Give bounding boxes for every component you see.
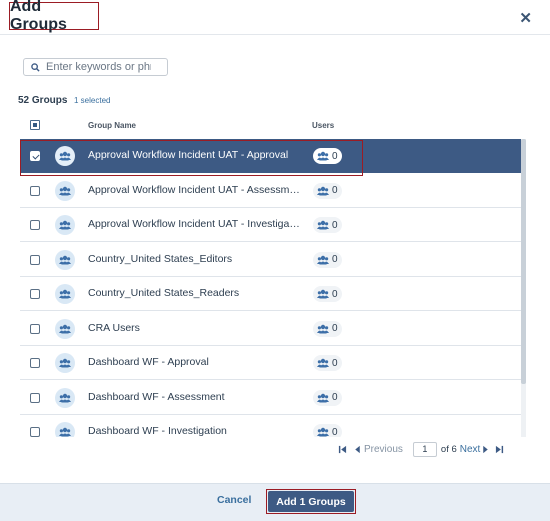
close-icon[interactable]: ✕	[519, 9, 532, 27]
row-checkbox[interactable]	[30, 323, 40, 334]
group-name: Dashboard WF - Assessment	[88, 390, 225, 403]
user-count: 0	[332, 288, 338, 300]
users-icon	[317, 393, 332, 403]
group-icon	[55, 422, 75, 437]
page-total: of 6	[440, 443, 457, 455]
row-checkbox[interactable]	[30, 254, 40, 265]
group-icon	[55, 146, 75, 166]
page-number-input[interactable]	[412, 441, 437, 457]
search-input[interactable]	[46, 61, 151, 73]
previous-page-button[interactable]: Previous	[354, 444, 403, 455]
row-checkbox[interactable]	[30, 392, 40, 403]
group-name: CRA Users	[88, 321, 140, 334]
next-label: Next	[459, 443, 481, 455]
next-page-button[interactable]: Next	[460, 444, 490, 455]
first-page-icon[interactable]	[338, 445, 347, 454]
group-name: Country_United States_Readers	[88, 287, 240, 299]
user-count-badge: 0	[313, 389, 342, 406]
row-checkbox[interactable]	[30, 358, 40, 368]
table-row[interactable]: Approval Workflow Incident UAT - Approva…	[20, 139, 526, 173]
next-page-icon	[483, 445, 489, 453]
last-page-icon[interactable]	[495, 445, 504, 454]
user-count: 0	[332, 150, 338, 162]
table-row[interactable]: Dashboard WF - Assessment 0	[20, 381, 526, 415]
row-checkbox[interactable]	[30, 220, 40, 230]
users-icon	[317, 220, 332, 230]
column-header-group-name[interactable]: Group Name	[88, 121, 136, 130]
cancel-button[interactable]: Cancel	[217, 494, 251, 506]
table-row[interactable]: Approval Workflow Incident UAT - Assessm…	[20, 174, 526, 208]
previous-page-icon	[355, 445, 360, 453]
user-count-badge: 0	[313, 182, 342, 199]
group-name: Approval Workflow Incident UAT - Assessm…	[88, 183, 300, 196]
user-count: 0	[332, 392, 338, 403]
add-groups-button[interactable]: Add 1 Groups	[268, 491, 354, 512]
group-icon	[55, 284, 75, 304]
previous-label: Previous	[364, 443, 403, 455]
dialog-footer: Cancel Add 1 Groups	[0, 483, 550, 521]
group-icon	[55, 387, 75, 408]
users-icon	[317, 358, 332, 368]
table-row[interactable]: Approval Workflow Incident UAT - Investi…	[20, 208, 526, 242]
group-name: Approval Workflow Incident UAT - Investi…	[88, 218, 300, 230]
header-divider	[0, 34, 550, 35]
user-count-badge: 0	[313, 286, 342, 302]
group-icon	[55, 249, 75, 270]
group-name: Approval Workflow Incident UAT - Approva…	[88, 149, 289, 161]
table-row[interactable]: Country_United States_Readers 0	[20, 277, 526, 311]
dialog-title-box: Add Groups	[9, 0, 99, 33]
group-name: Country_United States_Editors	[88, 252, 233, 265]
pagination: Previous of 6 Next	[338, 441, 504, 457]
group-icon	[55, 215, 75, 235]
user-count-badge: 0	[313, 148, 342, 164]
group-icon	[55, 318, 75, 339]
group-name: Dashboard WF - Investigation	[88, 425, 227, 437]
selected-count: 1 selected	[74, 96, 111, 105]
user-count-badge: 0	[313, 355, 342, 371]
users-icon	[317, 324, 332, 334]
table-row[interactable]: CRA Users 0	[20, 312, 526, 346]
users-icon	[317, 151, 332, 161]
search-icon	[31, 62, 40, 72]
group-list: Approval Workflow Incident UAT - Approva…	[20, 139, 526, 437]
row-checkbox[interactable]	[30, 151, 40, 161]
row-checkbox[interactable]	[30, 185, 40, 196]
column-header-users[interactable]: Users	[312, 121, 334, 130]
search-box[interactable]	[23, 58, 168, 76]
user-count: 0	[332, 254, 338, 265]
user-count-badge: 0	[313, 217, 342, 233]
select-all-checkbox[interactable]	[30, 120, 40, 130]
users-icon	[317, 255, 332, 265]
table-header: Group Name Users	[20, 116, 526, 138]
user-count: 0	[332, 357, 338, 369]
table-row[interactable]: Dashboard WF - Approval 0	[20, 346, 526, 380]
group-count: 52 Groups	[18, 95, 68, 106]
table-row[interactable]: Dashboard WF - Investigation 0	[20, 415, 526, 437]
user-count-badge: 0	[313, 251, 342, 268]
group-icon	[55, 353, 75, 373]
row-checkbox[interactable]	[30, 427, 40, 437]
user-count: 0	[332, 185, 338, 196]
user-count: 0	[332, 426, 338, 438]
users-icon	[317, 427, 332, 437]
user-count-badge: 0	[313, 320, 342, 337]
user-count: 0	[332, 219, 338, 231]
table-row[interactable]: Country_United States_Editors 0	[20, 243, 526, 277]
user-count: 0	[332, 323, 338, 334]
group-icon	[55, 180, 75, 201]
dialog-title: Add Groups	[10, 0, 67, 33]
row-checkbox[interactable]	[30, 289, 40, 299]
scrollbar-thumb[interactable]	[521, 139, 526, 384]
users-icon	[317, 289, 332, 299]
users-icon	[317, 186, 332, 196]
group-name: Dashboard WF - Approval	[88, 356, 209, 368]
user-count-badge: 0	[313, 424, 342, 437]
